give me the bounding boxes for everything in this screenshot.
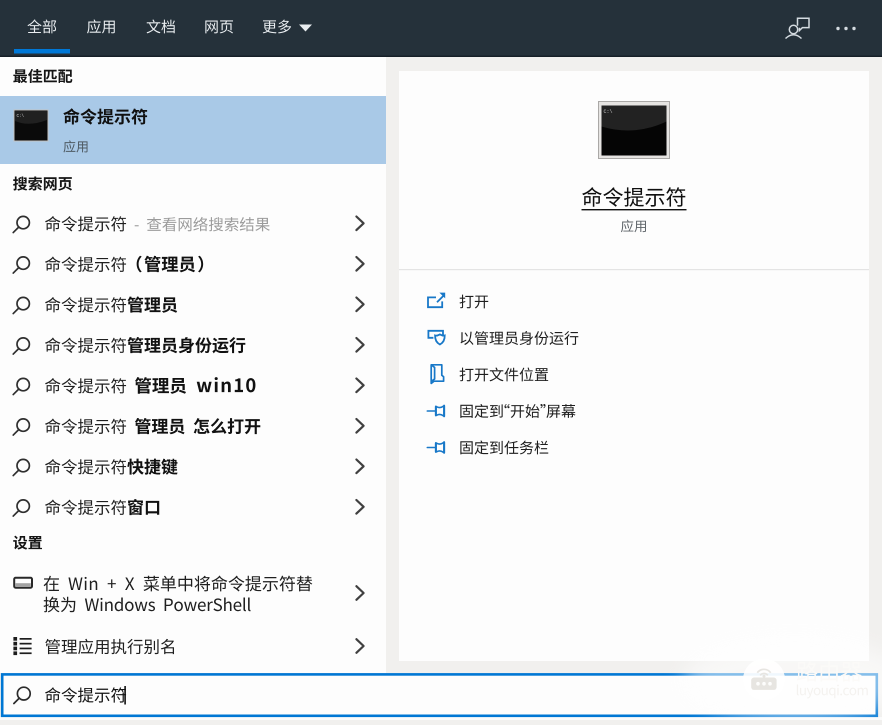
svg-text:C:\: C:\	[604, 109, 613, 115]
svg-text:C:\: C:\	[17, 114, 25, 119]
